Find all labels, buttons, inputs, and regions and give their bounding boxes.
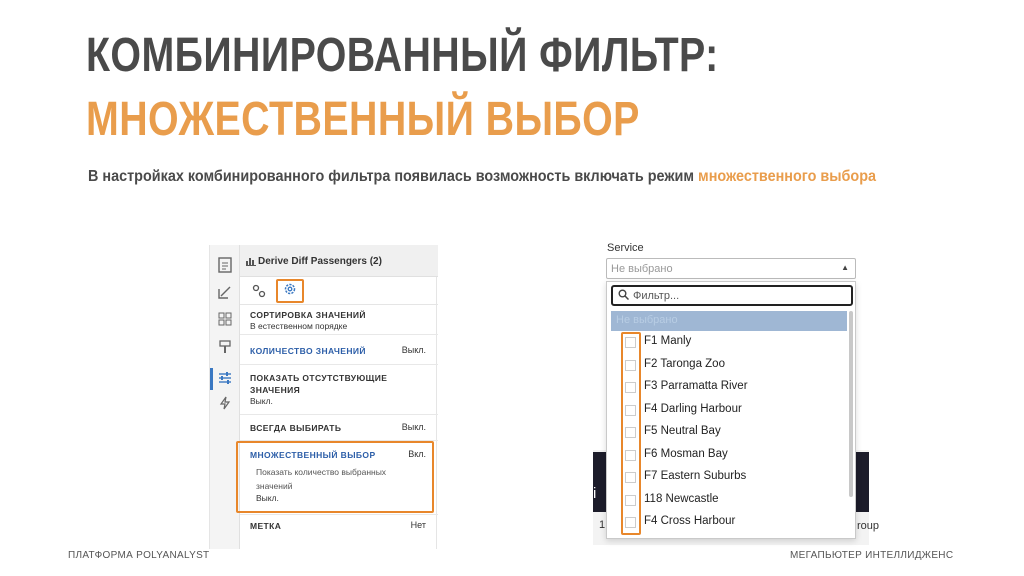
option-value: Выкл.	[401, 345, 426, 355]
checkbox-highlight-box	[621, 332, 641, 535]
dropdown-option[interactable]: F1 Manly	[611, 332, 847, 354]
background-text: roup	[856, 520, 879, 532]
bar-chart-icon	[246, 256, 256, 269]
lightning-icon[interactable]	[217, 396, 233, 412]
option-value: Нет	[410, 520, 426, 530]
background-text: i	[593, 485, 597, 502]
option-show-missing[interactable]: ПОКАЗАТЬ ОТСУТСТВУЮЩИЕ ЗНАЧЕНИЯ Выкл.	[240, 365, 438, 415]
option-label-cont: ЗНАЧЕНИЯ	[250, 385, 301, 395]
layout-icon[interactable]	[217, 312, 233, 328]
option-label: СОРТИРОВКА ЗНАЧЕНИЙ	[250, 310, 366, 320]
document-icon[interactable]	[217, 257, 233, 273]
caret-up-icon: ▲	[841, 263, 849, 272]
dropdown-selected-row[interactable]: Не выбрано	[611, 311, 847, 331]
filter-input[interactable]: Фильтр...	[611, 285, 853, 306]
option-sort-values[interactable]: СОРТИРОВКА ЗНАЧЕНИЙ В естественном поряд…	[240, 305, 438, 335]
dropdown-option[interactable]: F4 Cross Harbour	[611, 512, 847, 534]
option-label: КОЛИЧЕСТВО ЗНАЧЕНИЙ	[250, 346, 366, 356]
dropdown-option[interactable]: F2 Taronga Zoo	[611, 355, 847, 377]
search-icon	[618, 289, 630, 303]
active-indicator	[210, 368, 213, 390]
gear-highlight-box	[276, 279, 304, 303]
subtitle-text: В настройках комбинированного фильтра по…	[88, 168, 699, 185]
option-label-mark[interactable]: МЕТКА Нет	[240, 515, 438, 543]
node-header: Derive Diff Passengers (2)	[240, 245, 438, 277]
option-label: МЕТКА	[250, 521, 282, 531]
option-label: F4 Cross Harbour	[644, 515, 736, 527]
dropdown-option[interactable]: 118 Newcastle	[611, 490, 847, 512]
slide-title-line1: КОМБИНИРОВАННЫЙ ФИЛЬТР:	[86, 29, 719, 82]
option-always-select[interactable]: ВСЕГДА ВЫБИРАТЬ Выкл.	[240, 415, 438, 441]
footer-company: МЕГАПЬЮТЕР ИНТЕЛЛИДЖЕНС	[790, 550, 954, 561]
subtitle-highlight: множественного выбора	[698, 168, 877, 185]
dropdown-scrollbar[interactable]	[849, 311, 853, 497]
option-value: Выкл.	[250, 396, 273, 406]
option-label: F3 Parramatta River	[644, 380, 748, 392]
settings-toolbar	[240, 277, 438, 305]
node-title: Derive Diff Passengers (2)	[258, 256, 382, 267]
option-value-count[interactable]: КОЛИЧЕСТВО ЗНАЧЕНИЙ Выкл.	[240, 335, 438, 365]
service-label: Service	[607, 242, 644, 254]
option-label: F7 Eastern Suburbs	[644, 470, 747, 482]
dropdown-option[interactable]: F4 Darling Harbour	[611, 400, 847, 422]
slide-subtitle: В настройках комбинированного фильтра по…	[88, 166, 898, 188]
option-label: F6 Mosman Bay	[644, 447, 728, 460]
filter-placeholder: Фильтр...	[633, 290, 680, 302]
option-value: Выкл.	[401, 422, 426, 432]
selected-row-label: Не выбрано	[616, 314, 678, 326]
filter-settings-panel: Derive Diff Passengers (2) СОРТИРОВКА ЗН…	[209, 245, 438, 549]
slide-title-line2: МНОЖЕСТВЕННЫЙ ВЫБОР	[86, 93, 640, 146]
option-label: F1 Manly	[644, 335, 692, 347]
dropdown-option[interactable]: F7 Eastern Suburbs	[611, 467, 847, 489]
paint-roller-icon[interactable]	[217, 340, 233, 356]
dropdown-option[interactable]: F3 Parramatta River	[611, 377, 847, 399]
service-select[interactable]: Не выбрано ▲	[606, 258, 856, 279]
sliders-icon[interactable]	[217, 371, 233, 387]
option-label: F4 Darling Harbour	[644, 402, 742, 415]
option-label: ВСЕГДА ВЫБИРАТЬ	[250, 423, 342, 433]
dropdown-option[interactable]: F5 Neutral Bay	[611, 422, 847, 444]
service-dropdown: Фильтр... Не выбрано F1 Manly F2 Taronga…	[606, 281, 856, 539]
option-label: F5 Neutral Bay	[644, 425, 721, 437]
option-label: 118 Newcastle	[644, 492, 719, 505]
footer-platform: ПЛАТФОРМА POLYANALYST	[68, 550, 210, 561]
option-label: F2 Taronga Zoo	[644, 357, 725, 370]
cogs-icon[interactable]	[252, 284, 266, 301]
background-text: 1	[599, 519, 606, 531]
option-value: В естественном порядке	[250, 321, 348, 331]
multiselect-highlight-box	[236, 441, 434, 513]
select-placeholder: Не выбрано	[611, 263, 673, 275]
dropdown-option[interactable]: F6 Mosman Bay	[611, 445, 847, 467]
import-arrow-icon[interactable]	[217, 285, 233, 301]
option-label: ПОКАЗАТЬ ОТСУТСТВУЮЩИЕ	[250, 373, 388, 383]
